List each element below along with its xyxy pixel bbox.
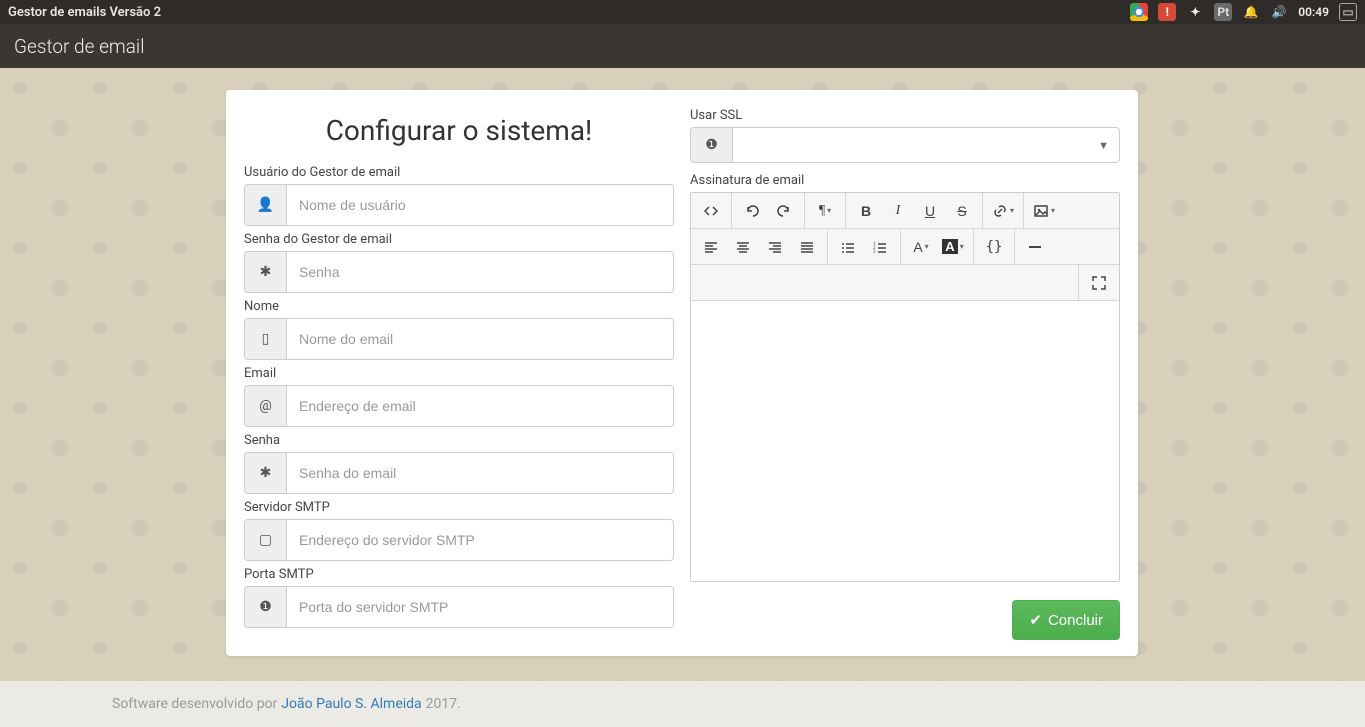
- at-icon: @: [245, 386, 287, 426]
- info-icon: ❶: [691, 128, 733, 162]
- user-input-group: 👤: [244, 184, 674, 226]
- ordered-list-icon[interactable]: 123: [864, 232, 896, 262]
- window-title: Gestor de emails Versão 2: [8, 5, 161, 20]
- image-icon[interactable]: [1028, 196, 1060, 226]
- port-label: Porta SMTP: [244, 567, 674, 582]
- redo-icon[interactable]: [768, 196, 800, 226]
- editor-toolbar-row-3: [691, 265, 1119, 301]
- underline-icon[interactable]: U: [914, 196, 946, 226]
- smtp-label: Servidor SMTP: [244, 500, 674, 515]
- editor-content-area[interactable]: [691, 301, 1119, 581]
- book-icon: ▯: [245, 319, 287, 359]
- footer-year: 2017.: [426, 696, 461, 712]
- form-heading: Configurar o sistema!: [244, 114, 674, 147]
- font-color-icon[interactable]: A: [905, 232, 937, 262]
- bold-icon[interactable]: B: [850, 196, 882, 226]
- select-caret: ▼: [733, 128, 1119, 162]
- left-column: Configurar o sistema! Usuário do Gestor …: [236, 104, 682, 640]
- unordered-list-icon[interactable]: [832, 232, 864, 262]
- window-titlebar: Gestor de emails Versão 2 ! ✦ Pt 🔔 🔊 00:…: [0, 0, 1365, 24]
- user-icon: 👤: [245, 185, 287, 225]
- clock[interactable]: 00:49: [1298, 5, 1329, 19]
- user-label: Usuário do Gestor de email: [244, 165, 674, 180]
- inbox-icon: ▢: [245, 520, 287, 560]
- footer: Software desenvolvido por João Paulo S. …: [0, 681, 1365, 727]
- background-color-icon[interactable]: A: [937, 232, 969, 262]
- ssl-label: Usar SSL: [690, 108, 1120, 123]
- pin-icon[interactable]: ✦: [1186, 3, 1204, 21]
- check-circle-icon: ✔: [1029, 611, 1042, 629]
- fullscreen-icon[interactable]: [1083, 268, 1115, 298]
- align-right-icon[interactable]: [759, 232, 791, 262]
- name-label: Nome: [244, 299, 674, 314]
- keyboard-layout-indicator[interactable]: Pt: [1214, 3, 1232, 21]
- ssl-select[interactable]: ❶ ▼: [690, 127, 1120, 163]
- alert-icon[interactable]: !: [1158, 3, 1176, 21]
- align-left-icon[interactable]: [695, 232, 727, 262]
- smtp-input[interactable]: [287, 520, 673, 560]
- submit-button-label: Concluir: [1048, 612, 1103, 629]
- paragraph-style-icon[interactable]: ¶: [809, 196, 841, 226]
- email-input-group: @: [244, 385, 674, 427]
- volume-icon[interactable]: 🔊: [1270, 3, 1288, 21]
- info-icon: ❶: [245, 587, 287, 627]
- notification-bell-icon[interactable]: 🔔: [1242, 3, 1260, 21]
- emailpass-input-group: ✱: [244, 452, 674, 494]
- password-input[interactable]: [287, 252, 673, 292]
- config-card: Configurar o sistema! Usuário do Gestor …: [226, 90, 1138, 656]
- emailpass-label: Senha: [244, 433, 674, 448]
- smtp-input-group: ▢: [244, 519, 674, 561]
- footer-prefix: Software desenvolvido por: [112, 696, 277, 712]
- link-icon[interactable]: [987, 196, 1019, 226]
- password-label: Senha do Gestor de email: [244, 232, 674, 247]
- port-input[interactable]: [287, 587, 673, 627]
- footer-author-link[interactable]: João Paulo S. Almeida: [281, 696, 421, 712]
- right-column: Usar SSL ❶ ▼ Assinatura de email ¶ B: [682, 104, 1128, 640]
- code-braces-icon[interactable]: {}: [978, 232, 1010, 262]
- window-menu-icon[interactable]: ▭: [1339, 3, 1357, 21]
- emailpass-input[interactable]: [287, 453, 673, 493]
- editor-toolbar-row-1: ¶ B I U S: [691, 193, 1119, 229]
- align-justify-icon[interactable]: [791, 232, 823, 262]
- code-view-icon[interactable]: [695, 196, 727, 226]
- align-center-icon[interactable]: [727, 232, 759, 262]
- port-input-group: ❶: [244, 586, 674, 628]
- email-label: Email: [244, 366, 674, 381]
- submit-button[interactable]: ✔ Concluir: [1012, 600, 1120, 640]
- email-input[interactable]: [287, 386, 673, 426]
- chrome-icon[interactable]: [1130, 3, 1148, 21]
- signature-label: Assinatura de email: [690, 173, 1120, 188]
- app-title: Gestor de email: [14, 35, 144, 58]
- asterisk-icon: ✱: [245, 252, 287, 292]
- horizontal-rule-icon[interactable]: [1019, 232, 1051, 262]
- undo-icon[interactable]: [736, 196, 768, 226]
- password-input-group: ✱: [244, 251, 674, 293]
- user-input[interactable]: [287, 185, 673, 225]
- app-header: Gestor de email: [0, 24, 1365, 68]
- svg-text:3: 3: [873, 250, 876, 255]
- name-input-group: ▯: [244, 318, 674, 360]
- italic-icon[interactable]: I: [882, 196, 914, 226]
- editor-toolbar-row-2: 123 A A {}: [691, 229, 1119, 265]
- strikethrough-icon[interactable]: S: [946, 196, 978, 226]
- asterisk-icon: ✱: [245, 453, 287, 493]
- name-input[interactable]: [287, 319, 673, 359]
- signature-editor: ¶ B I U S: [690, 192, 1120, 582]
